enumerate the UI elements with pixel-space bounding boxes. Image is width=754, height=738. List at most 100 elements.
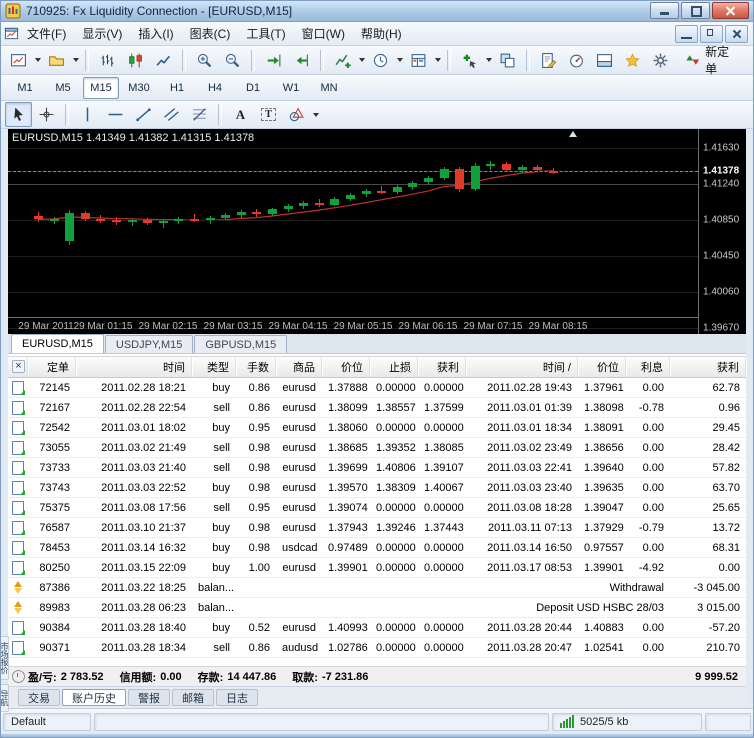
connection-status[interactable]: 5025/5 kb <box>552 713 702 731</box>
profiles-dropdown-caret[interactable] <box>71 49 80 72</box>
shapes-tool-button[interactable] <box>283 102 310 127</box>
terminal-tab-journal[interactable]: 日志 <box>216 689 258 706</box>
new-chart-button[interactable] <box>5 48 32 73</box>
timeframe-h1[interactable]: H1 <box>159 77 195 99</box>
table-row[interactable]: 765872011.03.10 21:37buy0.98eurusd1.3794… <box>8 518 746 538</box>
terminal-close-button[interactable]: × <box>12 360 25 373</box>
table-row[interactable]: 737432011.03.03 22:52buy0.98eurusd1.3957… <box>8 478 746 498</box>
templates-dropdown-caret[interactable] <box>433 49 442 72</box>
chart-tab-gbpusd-m15[interactable]: GBPUSD,M15 <box>194 335 287 353</box>
terminal-tab-account-history[interactable]: 账户历史 <box>62 689 126 706</box>
menu-item-charts[interactable]: 图表(C) <box>182 22 239 45</box>
shapes-dropdown-caret[interactable] <box>311 103 320 126</box>
text-label-tool-button[interactable]: T <box>255 102 282 127</box>
column-header-0[interactable]: 定单 <box>28 357 76 377</box>
strategy-tester-button[interactable] <box>563 48 590 73</box>
menu-item-file[interactable]: 文件(F) <box>19 22 74 45</box>
table-row[interactable]: 753752011.03.08 17:56sell0.95eurusd1.390… <box>8 498 746 518</box>
time-axis[interactable]: 29 Mar 201129 Mar 01:1529 Mar 02:1529 Ma… <box>8 317 698 334</box>
chart-tab-usdjpy-m15[interactable]: USDJPY,M15 <box>105 335 193 353</box>
column-header-1[interactable]: 时间 <box>76 357 192 377</box>
column-header-7[interactable]: 获利 <box>418 357 466 377</box>
table-row[interactable]: 737332011.03.03 21:40sell0.98eurusd1.396… <box>8 458 746 478</box>
vertical-line-tool-button[interactable] <box>74 102 101 127</box>
column-header-6[interactable]: 止损 <box>370 357 418 377</box>
objects-list-button[interactable] <box>494 48 521 73</box>
table-row[interactable]: 899832011.03.28 06:23balan...Deposit USD… <box>8 598 746 618</box>
cursor-tool-button[interactable] <box>5 102 32 127</box>
add-indicator-button[interactable] <box>456 48 483 73</box>
new-chart-dropdown-caret[interactable] <box>33 49 42 72</box>
zoom-out-button[interactable] <box>219 48 246 73</box>
trendline-tool-button[interactable] <box>130 102 157 127</box>
table-row[interactable]: 725422011.03.01 18:02buy0.95eurusd1.3806… <box>8 418 746 438</box>
horizontal-line-tool-button[interactable] <box>102 102 129 127</box>
mdi-restore-button[interactable] <box>700 25 723 43</box>
table-row[interactable]: 903712011.03.28 18:34sell0.86audusd1.027… <box>8 638 746 658</box>
metaeditor-button[interactable] <box>535 48 562 73</box>
periods-button[interactable] <box>367 48 394 73</box>
favorites-button[interactable] <box>619 48 646 73</box>
text-tool-button[interactable]: A <box>227 102 254 127</box>
column-header-10[interactable]: 利息 <box>626 357 670 377</box>
side-tab-navigator[interactable]: 导航 <box>0 684 9 712</box>
channel-tool-button[interactable] <box>158 102 185 127</box>
column-header-5[interactable]: 价位 <box>322 357 370 377</box>
terminal-tab-trade[interactable]: 交易 <box>18 689 60 706</box>
fibonacci-tool-button[interactable] <box>186 102 213 127</box>
timeframe-m1[interactable]: M1 <box>7 77 43 99</box>
column-header-2[interactable]: 类型 <box>192 357 236 377</box>
line-chart-button[interactable] <box>150 48 177 73</box>
terminal-tab-alerts[interactable]: 警报 <box>128 689 170 706</box>
maximize-button[interactable] <box>681 2 710 19</box>
timeframe-w1[interactable]: W1 <box>273 77 309 99</box>
table-row[interactable]: 873862011.03.22 18:25balan...Withdrawal-… <box>8 578 746 598</box>
zoom-in-button[interactable] <box>191 48 218 73</box>
close-button[interactable] <box>712 2 749 19</box>
timeframe-m30[interactable]: M30 <box>121 77 157 99</box>
side-tab-market-watch[interactable]: 市场报价 <box>0 636 9 680</box>
timeframe-mn[interactable]: MN <box>311 77 347 99</box>
settings-button[interactable] <box>647 48 674 73</box>
table-row[interactable]: 903842011.03.28 18:40buy0.52eurusd1.4099… <box>8 618 746 638</box>
terminal-panel-button[interactable] <box>591 48 618 73</box>
bar-chart-button[interactable] <box>94 48 121 73</box>
menu-item-tools[interactable]: 工具(T) <box>238 22 293 45</box>
table-row[interactable]: 721452011.02.28 18:21buy0.86eurusd1.3788… <box>8 378 746 398</box>
minimize-button[interactable] <box>650 2 679 19</box>
table-row[interactable]: 802502011.03.15 22:09buy1.00eurusd1.3990… <box>8 558 746 578</box>
add-indicator-dropdown-caret[interactable] <box>484 49 493 72</box>
column-header-11[interactable]: 获利 <box>670 357 746 377</box>
table-row[interactable]: 784532011.03.14 16:32buy0.98usdcad0.9748… <box>8 538 746 558</box>
menu-item-help[interactable]: 帮助(H) <box>353 22 410 45</box>
auto-scroll-button[interactable] <box>260 48 287 73</box>
indicators-dropdown-caret[interactable] <box>357 49 366 72</box>
column-header-3[interactable]: 手数 <box>236 357 276 377</box>
chart-tab-eurusd-m15[interactable]: EURUSD,M15 <box>11 334 104 353</box>
table-row[interactable]: 721672011.02.28 22:54sell0.86eurusd1.380… <box>8 398 746 418</box>
column-header-9[interactable]: 价位 <box>578 357 626 377</box>
candlestick-chart-button[interactable] <box>122 48 149 73</box>
profile-indicator[interactable]: Default <box>3 713 91 731</box>
chart-shift-button[interactable] <box>288 48 315 73</box>
crosshair-tool-button[interactable] <box>33 102 60 127</box>
price-scale[interactable]: 1.416301.413781.412401.408501.404501.400… <box>698 129 746 334</box>
mdi-minimize-button[interactable] <box>675 25 698 43</box>
column-header-8[interactable]: 时间 / <box>466 357 578 377</box>
profiles-button[interactable] <box>43 48 70 73</box>
column-header-4[interactable]: 商品 <box>276 357 322 377</box>
indicators-button[interactable] <box>329 48 356 73</box>
menu-item-view[interactable]: 显示(V) <box>74 22 130 45</box>
chart-plot[interactable] <box>8 129 698 317</box>
menu-item-insert[interactable]: 插入(I) <box>130 22 181 45</box>
timeframe-m15[interactable]: M15 <box>83 77 119 99</box>
timeframe-h4[interactable]: H4 <box>197 77 233 99</box>
mdi-close-button[interactable] <box>725 25 748 43</box>
timeframe-m5[interactable]: M5 <box>45 77 81 99</box>
timeframe-d1[interactable]: D1 <box>235 77 271 99</box>
terminal-tab-mailbox[interactable]: 邮箱 <box>172 689 214 706</box>
table-row[interactable]: 730552011.03.02 21:49sell0.98eurusd1.386… <box>8 438 746 458</box>
templates-button[interactable] <box>405 48 432 73</box>
new-order-button[interactable]: 新定单 <box>675 48 749 73</box>
menu-item-window[interactable]: 窗口(W) <box>294 22 353 45</box>
